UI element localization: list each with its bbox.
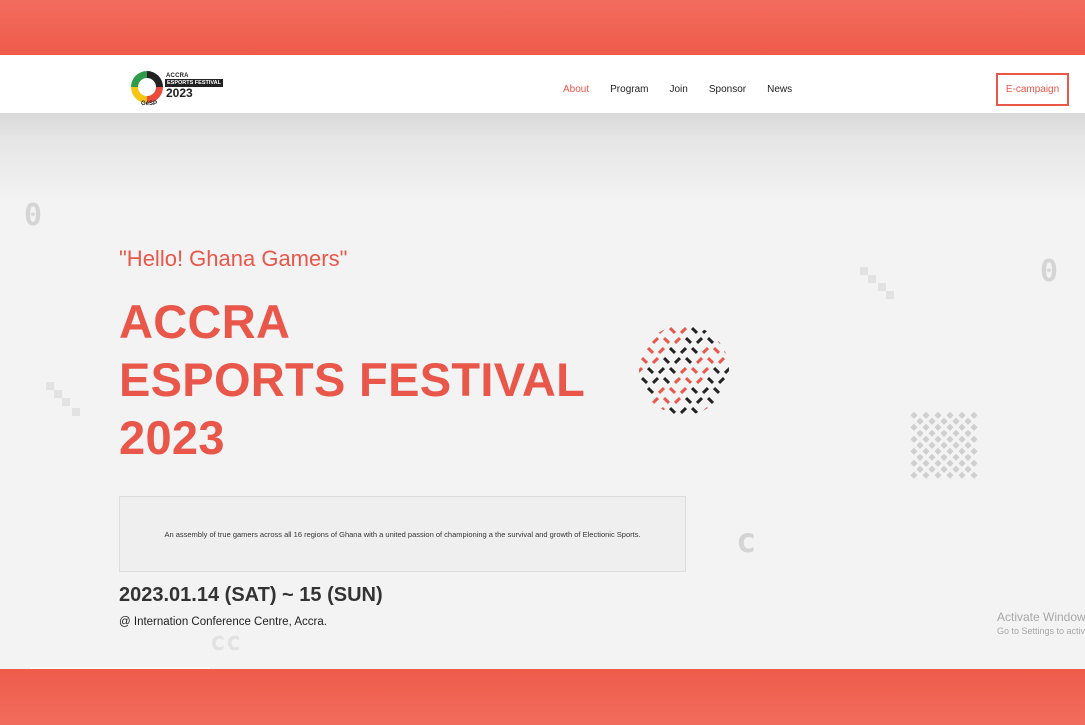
- logo-text-year: 2023: [166, 86, 193, 100]
- e-campaign-button[interactable]: E-campaign: [996, 73, 1069, 106]
- decorative-diamond-pattern: [910, 411, 978, 479]
- decorative-c: c: [736, 521, 757, 561]
- description-box: An assembly of true gamers across all 16…: [119, 496, 686, 572]
- activate-windows-watermark: Activate Windows Go to Settings to activ…: [997, 610, 1085, 636]
- decorative-zero-left: 0: [24, 198, 43, 233]
- festival-logo[interactable]: ACCRA ESPORTS FESTIVAL 2023 GeSP: [131, 69, 223, 109]
- hero-background-image: [0, 113, 1085, 203]
- decorative-circle-pattern: [639, 326, 729, 415]
- main-nav: About Program Join Sponsor News: [563, 84, 813, 95]
- bottom-frame-band: [0, 669, 1085, 725]
- event-date: 2023.01.14 (SAT) ~ 15 (SUN): [119, 584, 383, 606]
- watermark-subtitle: Go to Settings to activate Windows.: [997, 626, 1085, 636]
- logo-text-gesp: GeSP: [141, 101, 158, 107]
- nav-link-news[interactable]: News: [767, 84, 792, 95]
- hero-title-line: 2023: [119, 411, 225, 464]
- nav-link-about[interactable]: About: [563, 84, 589, 95]
- decorative-c-bottom: cc: [210, 627, 242, 657]
- nav-link-program[interactable]: Program: [610, 84, 648, 95]
- nav-link-sponsor[interactable]: Sponsor: [709, 84, 746, 95]
- top-frame-band: [0, 0, 1085, 55]
- event-venue: @ Internation Conference Centre, Accra.: [119, 616, 327, 628]
- decorative-steps-left: [46, 382, 80, 416]
- hero-tagline: "Hello! Ghana Gamers": [119, 246, 348, 271]
- page: 0 0 c cc ACCRA ESPORTS FESTIVAL 2023 GeS…: [0, 55, 1085, 669]
- site-header: ACCRA ESPORTS FESTIVAL 2023 GeSP About P…: [0, 55, 1085, 113]
- nav-link-join[interactable]: Join: [670, 84, 688, 95]
- decorative-zero-right: 0: [1040, 254, 1059, 289]
- decorative-steps-right: [860, 267, 894, 299]
- logo-emblem-icon: [131, 71, 163, 103]
- hero-title: ACCRA ESPORTS FESTIVAL 2023: [119, 293, 585, 467]
- watermark-title: Activate Windows: [997, 610, 1085, 624]
- hero-title-line: ACCRA: [119, 295, 291, 348]
- hero-title-line: ESPORTS FESTIVAL: [119, 353, 586, 406]
- description-text: An assembly of true gamers across all 16…: [164, 529, 641, 539]
